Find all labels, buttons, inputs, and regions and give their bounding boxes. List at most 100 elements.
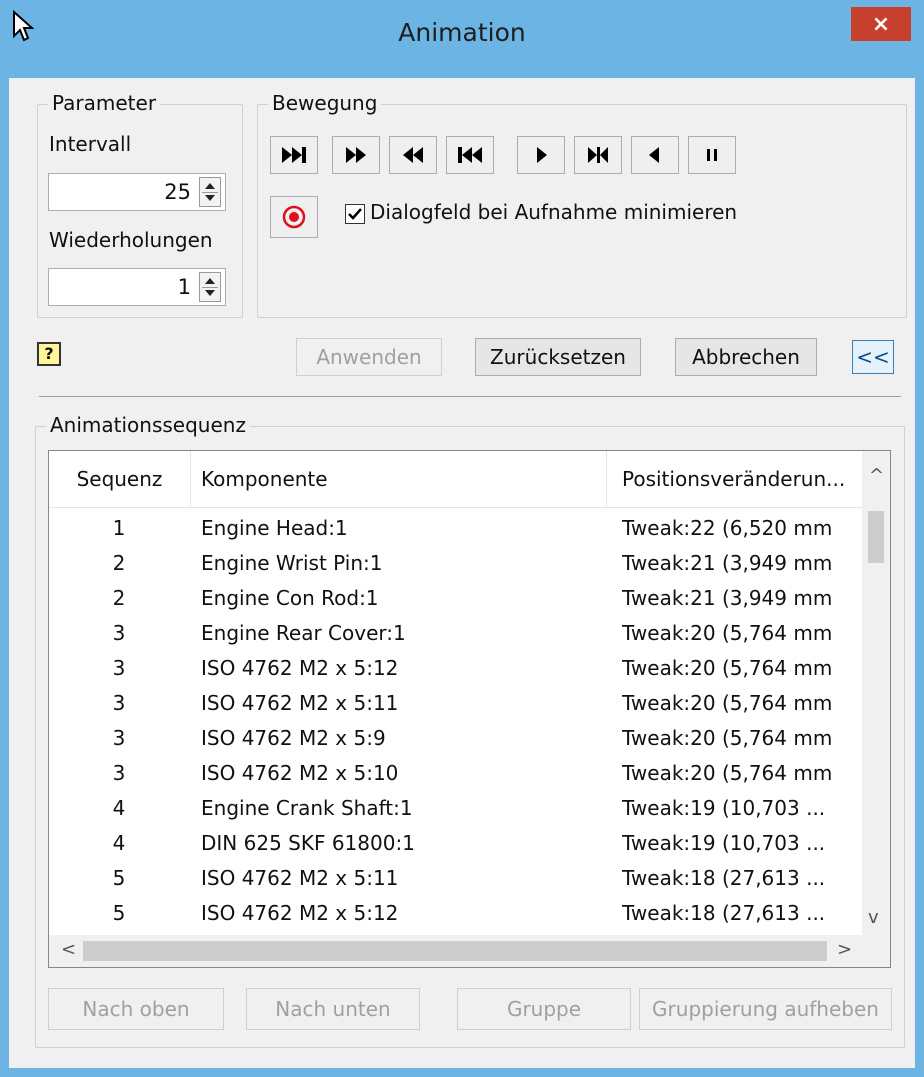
scroll-down-icon[interactable]: v bbox=[868, 907, 879, 928]
position-cell: Tweak:19 (10,703 ... bbox=[622, 831, 826, 855]
table-row[interactable]: 4 Engine Crank Shaft:1 Tweak:19 (10,703 … bbox=[49, 791, 862, 826]
apply-button[interactable]: Anwenden bbox=[296, 338, 442, 376]
sequence-cell: 3 bbox=[112, 691, 126, 715]
component-cell: ISO 4762 M2 x 5:12 bbox=[201, 901, 399, 925]
position-cell: Tweak:22 (6,520 mm bbox=[622, 516, 833, 540]
position-cell: Tweak:21 (3,949 mm bbox=[622, 586, 833, 610]
ungroup-button[interactable]: Gruppierung aufheben bbox=[639, 988, 892, 1030]
play-to-end-icon bbox=[588, 147, 608, 163]
position-cell: Tweak:20 (5,764 mm bbox=[622, 761, 833, 785]
scroll-right-icon[interactable]: > bbox=[837, 939, 852, 960]
group-button[interactable]: Gruppe bbox=[457, 988, 631, 1030]
animation-dialog: Animation × Parameter Intervall 25 Wiede… bbox=[0, 0, 924, 1077]
play-forward-button[interactable] bbox=[517, 136, 565, 174]
repeats-stepper[interactable]: 1 bbox=[48, 268, 226, 306]
record-button[interactable] bbox=[270, 196, 318, 238]
repeats-spin-arrows[interactable] bbox=[199, 272, 221, 302]
repeats-value: 1 bbox=[177, 275, 191, 299]
table-row[interactable]: 2 Engine Con Rod:1 Tweak:21 (3,949 mm bbox=[49, 581, 862, 616]
minimize-checkbox-label[interactable]: Dialogfeld bei Aufnahme minimieren bbox=[370, 200, 737, 224]
record-icon bbox=[282, 205, 306, 229]
table-row[interactable]: 3 ISO 4762 M2 x 5:9 Tweak:20 (5,764 mm bbox=[49, 721, 862, 756]
help-button[interactable]: ? bbox=[37, 342, 61, 366]
sequence-cell: 5 bbox=[112, 901, 126, 925]
sequence-cell: 4 bbox=[112, 796, 126, 820]
component-cell: Engine Con Rod:1 bbox=[201, 586, 379, 610]
table-row[interactable]: 4 DIN 625 SKF 61800:1 Tweak:19 (10,703 .… bbox=[49, 826, 862, 861]
step-backward-button[interactable] bbox=[389, 136, 437, 174]
play-icon bbox=[537, 147, 547, 163]
scroll-corner bbox=[862, 935, 890, 967]
table-row[interactable]: 5 ISO 4762 M2 x 5:12 Tweak:18 (27,613 ..… bbox=[49, 896, 862, 931]
repeats-label: Wiederholungen bbox=[49, 228, 213, 252]
horizontal-scrollbar[interactable]: < > bbox=[49, 935, 862, 967]
position-cell: Tweak:18 (27,613 ... bbox=[622, 901, 826, 925]
position-cell: Tweak:20 (5,764 mm bbox=[622, 726, 833, 750]
position-cell: Tweak:20 (5,764 mm bbox=[622, 656, 833, 680]
sequence-cell: 1 bbox=[112, 516, 126, 540]
play-to-end-button[interactable] bbox=[574, 136, 622, 174]
pause-icon bbox=[707, 149, 717, 161]
sequence-legend: Animationssequenz bbox=[46, 413, 250, 437]
interval-value: 25 bbox=[164, 180, 191, 204]
table-row[interactable]: 3 ISO 4762 M2 x 5:10 Tweak:20 (5,764 mm bbox=[49, 756, 862, 791]
horizontal-scroll-thumb[interactable] bbox=[83, 941, 827, 961]
vertical-scrollbar[interactable]: ^ v bbox=[862, 451, 890, 935]
position-cell: Tweak:18 (27,613 ... bbox=[622, 866, 826, 890]
component-cell: Engine Wrist Pin:1 bbox=[201, 551, 383, 575]
scroll-left-icon[interactable]: < bbox=[61, 939, 76, 960]
position-cell: Tweak:21 (3,949 mm bbox=[622, 551, 833, 575]
scroll-up-icon[interactable]: ^ bbox=[869, 465, 884, 486]
sequence-cell: 3 bbox=[112, 761, 126, 785]
column-header-position-change[interactable]: Positionsveränderun... bbox=[607, 451, 862, 507]
vertical-scroll-thumb[interactable] bbox=[868, 511, 884, 563]
separator bbox=[39, 396, 901, 397]
skip-to-end-icon bbox=[282, 147, 306, 163]
table-row[interactable]: 3 ISO 4762 M2 x 5:11 Tweak:20 (5,764 mm bbox=[49, 686, 862, 721]
move-down-button[interactable]: Nach unten bbox=[246, 988, 420, 1030]
component-cell: ISO 4762 M2 x 5:11 bbox=[201, 691, 399, 715]
interval-label: Intervall bbox=[49, 132, 132, 156]
rewind-icon bbox=[403, 147, 423, 163]
close-button[interactable]: × bbox=[851, 7, 911, 41]
step-forward-button[interactable] bbox=[332, 136, 380, 174]
minimize-checkbox[interactable] bbox=[345, 204, 365, 224]
move-to-end-button[interactable] bbox=[270, 136, 318, 174]
component-cell: ISO 4762 M2 x 5:10 bbox=[201, 761, 399, 785]
table-row[interactable]: 1 Engine Head:1 Tweak:22 (6,520 mm bbox=[49, 511, 862, 546]
column-header-sequence[interactable]: Sequenz bbox=[49, 451, 191, 507]
table-row[interactable]: 2 Engine Wrist Pin:1 Tweak:21 (3,949 mm bbox=[49, 546, 862, 581]
position-cell: Tweak:19 (10,703 ... bbox=[622, 796, 826, 820]
fast-forward-icon bbox=[346, 147, 366, 163]
move-up-button[interactable]: Nach oben bbox=[48, 988, 224, 1030]
interval-stepper[interactable]: 25 bbox=[48, 173, 226, 211]
interval-spin-arrows[interactable] bbox=[199, 177, 221, 207]
skip-to-start-icon bbox=[458, 147, 482, 163]
table-row[interactable]: 3 Engine Rear Cover:1 Tweak:20 (5,764 mm bbox=[49, 616, 862, 651]
table-row[interactable]: 3 ISO 4762 M2 x 5:12 Tweak:20 (5,764 mm bbox=[49, 651, 862, 686]
sequence-cell: 3 bbox=[112, 621, 126, 645]
position-cell: Tweak:20 (5,764 mm bbox=[622, 621, 833, 645]
window-title: Animation bbox=[398, 18, 526, 47]
checkmark-icon bbox=[348, 208, 362, 220]
cancel-button[interactable]: Abbrechen bbox=[675, 338, 817, 376]
sequence-list[interactable]: Sequenz Komponente Positionsveränderun..… bbox=[48, 450, 891, 968]
title-bar[interactable]: Animation × bbox=[0, 0, 924, 78]
collapse-button[interactable]: << bbox=[852, 340, 894, 374]
column-header-component[interactable]: Komponente bbox=[191, 451, 607, 507]
table-row[interactable]: 5 ISO 4762 M2 x 5:11 Tweak:18 (27,613 ..… bbox=[49, 861, 862, 896]
parameter-legend: Parameter bbox=[48, 91, 161, 115]
component-cell: ISO 4762 M2 x 5:12 bbox=[201, 656, 399, 680]
pause-button[interactable] bbox=[688, 136, 736, 174]
component-cell: Engine Head:1 bbox=[201, 516, 348, 540]
move-to-start-button[interactable] bbox=[446, 136, 494, 174]
play-reverse-icon bbox=[649, 147, 659, 163]
help-icon: ? bbox=[44, 344, 54, 363]
sequence-cell: 3 bbox=[112, 726, 126, 750]
sequence-cell: 5 bbox=[112, 866, 126, 890]
reset-button[interactable]: Zurücksetzen bbox=[475, 338, 641, 376]
component-cell: Engine Rear Cover:1 bbox=[201, 621, 406, 645]
list-header: Sequenz Komponente Positionsveränderun..… bbox=[49, 451, 862, 508]
component-cell: ISO 4762 M2 x 5:9 bbox=[201, 726, 386, 750]
play-backward-button[interactable] bbox=[631, 136, 679, 174]
